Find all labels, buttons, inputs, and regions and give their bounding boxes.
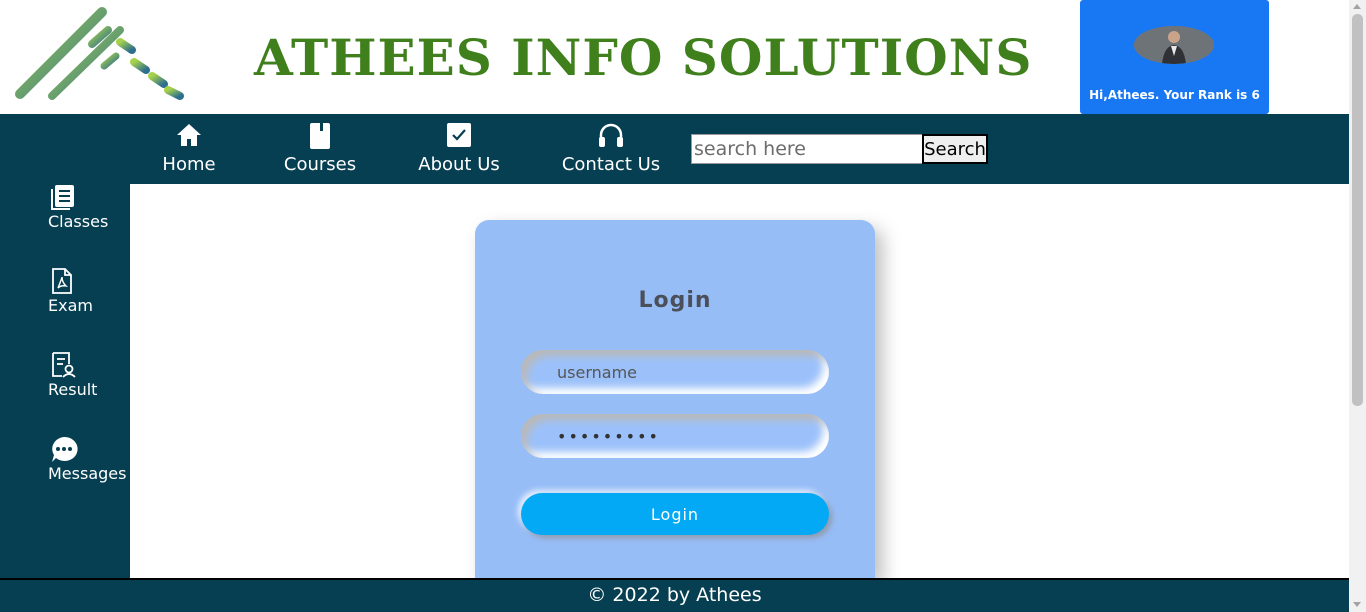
scroll-down-icon[interactable]: [1353, 602, 1361, 607]
page-scrollbar[interactable]: [1349, 0, 1366, 612]
headphones-icon: [599, 123, 623, 147]
scroll-up-icon[interactable]: [1353, 4, 1361, 9]
user-avatar-icon: [1134, 26, 1214, 64]
user-rank-card[interactable]: Hi,Athees. Your Rank is 6: [1080, 0, 1269, 114]
sidebar-item-messages[interactable]: Messages: [48, 436, 130, 496]
nav-label: Courses: [283, 154, 357, 175]
top-nav: Home Courses About Us Contact Us Search: [0, 114, 1349, 184]
nav-label: About Us: [418, 154, 500, 175]
login-button[interactable]: Login: [521, 493, 829, 535]
login-title: Login: [638, 288, 712, 313]
search-input[interactable]: [691, 134, 923, 164]
sidebar-item-label: Messages: [48, 464, 127, 483]
nav-item-contact-us[interactable]: Contact Us: [558, 114, 664, 184]
rank-text: Hi,Athees. Your Rank is 6: [1089, 88, 1260, 102]
nav-label: Home: [162, 154, 216, 175]
site-title: ATHEES INFO SOLUTIONS: [254, 28, 1033, 87]
sidebar-item-label: Result: [48, 380, 98, 399]
sidebar-item-label: Exam: [48, 296, 93, 315]
logo-stripes-icon[interactable]: [12, 4, 192, 104]
page-footer: © 2022 by Athees: [0, 578, 1349, 612]
book-icon: [310, 123, 330, 149]
home-icon: [177, 124, 201, 146]
checkbox-icon: [447, 123, 471, 147]
nav-item-home[interactable]: Home: [158, 114, 220, 184]
nav-item-courses[interactable]: Courses: [280, 114, 360, 184]
chat-icon: [52, 436, 78, 462]
search-button[interactable]: Search: [922, 134, 988, 164]
sidebar-item-exam[interactable]: Exam: [48, 268, 130, 328]
username-input[interactable]: [521, 350, 829, 394]
pdf-file-icon: [52, 268, 72, 294]
sidebar-item-label: Classes: [48, 212, 109, 231]
footer-copyright: © 2022 by Athees: [587, 584, 762, 606]
sidebar: Classes Exam Result Messages: [0, 184, 130, 578]
scroll-thumb[interactable]: [1352, 14, 1363, 406]
sidebar-item-result[interactable]: Result: [48, 352, 130, 412]
nav-item-about-us[interactable]: About Us: [415, 114, 503, 184]
document-list-icon: [51, 185, 74, 210]
certificate-icon: [52, 352, 76, 378]
page-header: ATHEES INFO SOLUTIONS Hi,Athees. Your Ra…: [0, 0, 1349, 114]
password-input[interactable]: [521, 414, 829, 458]
nav-label: Contact Us: [561, 154, 661, 175]
login-form: Login Login: [475, 220, 875, 578]
sidebar-item-classes[interactable]: Classes: [48, 184, 130, 244]
